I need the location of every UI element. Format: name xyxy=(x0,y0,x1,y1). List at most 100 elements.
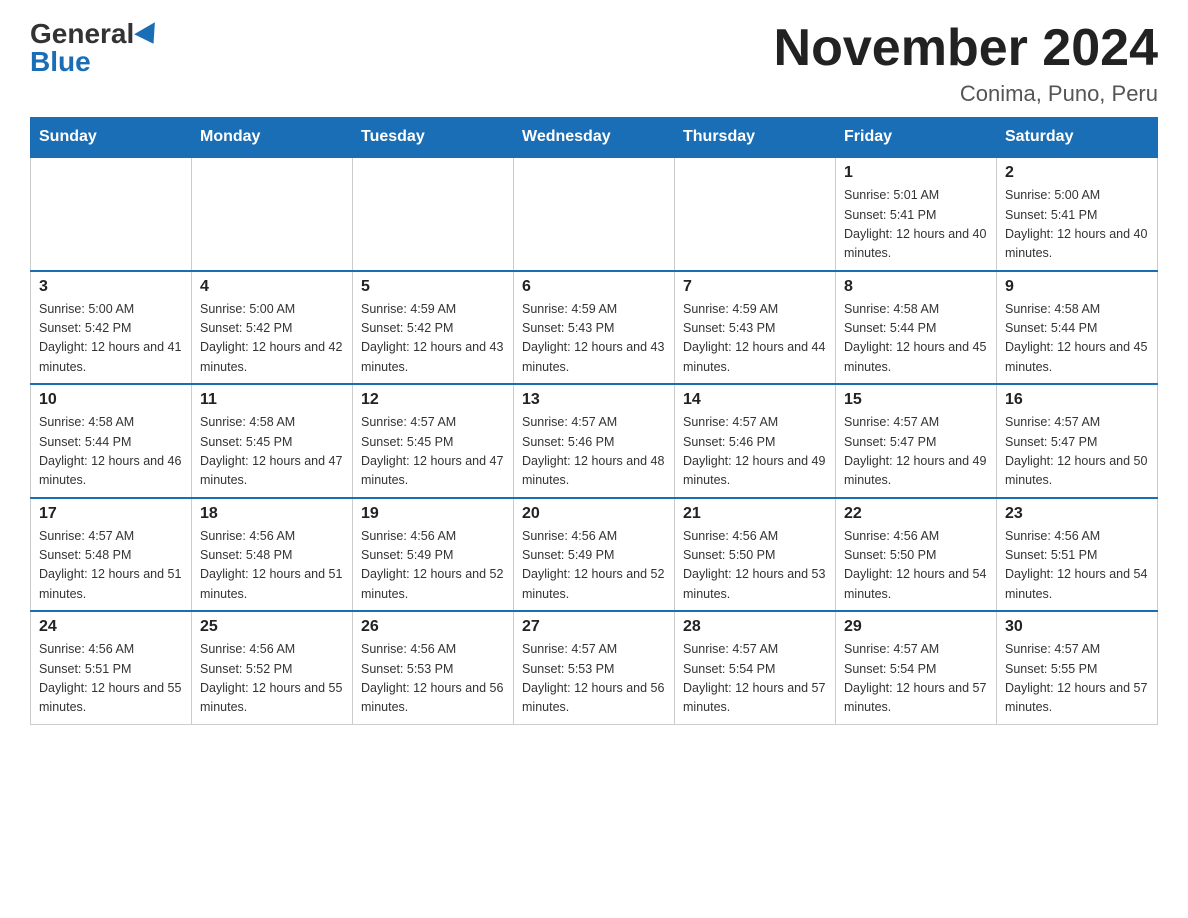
day-number: 13 xyxy=(522,391,666,409)
calendar-cell: 26 Sunrise: 4:56 AMSunset: 5:53 PMDayligh… xyxy=(353,611,514,724)
calendar-header-sunday: Sunday xyxy=(31,118,192,158)
day-info: Sunrise: 4:58 AMSunset: 5:44 PMDaylight:… xyxy=(1005,300,1149,378)
calendar-cell xyxy=(514,157,675,271)
calendar-cell: 13 Sunrise: 4:57 AMSunset: 5:46 PMDayligh… xyxy=(514,384,675,498)
day-info: Sunrise: 4:58 AMSunset: 5:44 PMDaylight:… xyxy=(39,413,183,491)
day-number: 19 xyxy=(361,505,505,523)
day-info: Sunrise: 4:56 AMSunset: 5:51 PMDaylight:… xyxy=(39,640,183,718)
day-number: 22 xyxy=(844,505,988,523)
day-info: Sunrise: 5:00 AMSunset: 5:41 PMDaylight:… xyxy=(1005,186,1149,264)
day-info: Sunrise: 4:56 AMSunset: 5:53 PMDaylight:… xyxy=(361,640,505,718)
day-number: 27 xyxy=(522,618,666,636)
logo-triangle-icon xyxy=(134,22,164,50)
day-number: 18 xyxy=(200,505,344,523)
day-number: 30 xyxy=(1005,618,1149,636)
calendar-cell: 21 Sunrise: 4:56 AMSunset: 5:50 PMDayligh… xyxy=(675,498,836,612)
calendar-cell: 6 Sunrise: 4:59 AMSunset: 5:43 PMDaylight… xyxy=(514,271,675,385)
day-info: Sunrise: 4:57 AMSunset: 5:55 PMDaylight:… xyxy=(1005,640,1149,718)
day-info: Sunrise: 4:56 AMSunset: 5:50 PMDaylight:… xyxy=(683,527,827,605)
day-info: Sunrise: 4:58 AMSunset: 5:44 PMDaylight:… xyxy=(844,300,988,378)
calendar-cell: 25Sunrise: 4:56 AMSunset: 5:52 PMDayligh… xyxy=(192,611,353,724)
location-text: Conima, Puno, Peru xyxy=(774,81,1158,107)
day-info: Sunrise: 4:56 AMSunset: 5:50 PMDaylight:… xyxy=(844,527,988,605)
day-number: 9 xyxy=(1005,278,1149,296)
logo: General Blue xyxy=(30,20,161,76)
day-info: Sunrise: 4:58 AMSunset: 5:45 PMDaylight:… xyxy=(200,413,344,491)
day-info: Sunrise: 4:56 AMSunset: 5:51 PMDaylight:… xyxy=(1005,527,1149,605)
day-info: Sunrise: 4:57 AMSunset: 5:46 PMDaylight:… xyxy=(522,413,666,491)
calendar-header-row: SundayMondayTuesdayWednesdayThursdayFrid… xyxy=(31,118,1158,158)
day-number: 17 xyxy=(39,505,183,523)
month-title: November 2024 xyxy=(774,20,1158,77)
day-number: 14 xyxy=(683,391,827,409)
calendar-cell: 22 Sunrise: 4:56 AMSunset: 5:50 PMDayligh… xyxy=(836,498,997,612)
calendar-cell: 14 Sunrise: 4:57 AMSunset: 5:46 PMDayligh… xyxy=(675,384,836,498)
day-info: Sunrise: 4:56 AMSunset: 5:49 PMDaylight:… xyxy=(361,527,505,605)
day-number: 15 xyxy=(844,391,988,409)
calendar-cell: 10 Sunrise: 4:58 AMSunset: 5:44 PMDayligh… xyxy=(31,384,192,498)
page-header: General Blue November 2024 Conima, Puno,… xyxy=(30,20,1158,107)
calendar-header-tuesday: Tuesday xyxy=(353,118,514,158)
calendar-cell xyxy=(353,157,514,271)
calendar-cell: 11 Sunrise: 4:58 AMSunset: 5:45 PMDayligh… xyxy=(192,384,353,498)
day-info: Sunrise: 5:00 AMSunset: 5:42 PMDaylight:… xyxy=(39,300,183,378)
day-info: Sunrise: 4:59 AMSunset: 5:43 PMDaylight:… xyxy=(683,300,827,378)
day-info: Sunrise: 4:56 AMSunset: 5:52 PMDaylight:… xyxy=(200,640,344,718)
calendar-cell: 18Sunrise: 4:56 AMSunset: 5:48 PMDayligh… xyxy=(192,498,353,612)
day-number: 1 xyxy=(844,164,988,182)
day-number: 5 xyxy=(361,278,505,296)
day-info: Sunrise: 4:59 AMSunset: 5:43 PMDaylight:… xyxy=(522,300,666,378)
calendar-cell: 9 Sunrise: 4:58 AMSunset: 5:44 PMDaylight… xyxy=(997,271,1158,385)
calendar-week-row: 1 Sunrise: 5:01 AMSunset: 5:41 PMDaylight… xyxy=(31,157,1158,271)
day-info: Sunrise: 4:57 AMSunset: 5:54 PMDaylight:… xyxy=(683,640,827,718)
calendar-cell: 1 Sunrise: 5:01 AMSunset: 5:41 PMDaylight… xyxy=(836,157,997,271)
day-info: Sunrise: 4:57 AMSunset: 5:47 PMDaylight:… xyxy=(844,413,988,491)
calendar-header-wednesday: Wednesday xyxy=(514,118,675,158)
day-info: Sunrise: 4:59 AMSunset: 5:42 PMDaylight:… xyxy=(361,300,505,378)
calendar-cell: 17 Sunrise: 4:57 AMSunset: 5:48 PMDayligh… xyxy=(31,498,192,612)
calendar-cell: 30 Sunrise: 4:57 AMSunset: 5:55 PMDayligh… xyxy=(997,611,1158,724)
calendar-cell: 16 Sunrise: 4:57 AMSunset: 5:47 PMDayligh… xyxy=(997,384,1158,498)
calendar-week-row: 3Sunrise: 5:00 AMSunset: 5:42 PMDaylight… xyxy=(31,271,1158,385)
calendar-cell: 27 Sunrise: 4:57 AMSunset: 5:53 PMDayligh… xyxy=(514,611,675,724)
day-number: 2 xyxy=(1005,164,1149,182)
day-info: Sunrise: 4:57 AMSunset: 5:48 PMDaylight:… xyxy=(39,527,183,605)
calendar-cell: 19 Sunrise: 4:56 AMSunset: 5:49 PMDayligh… xyxy=(353,498,514,612)
calendar-cell: 23Sunrise: 4:56 AMSunset: 5:51 PMDayligh… xyxy=(997,498,1158,612)
calendar-cell: 29 Sunrise: 4:57 AMSunset: 5:54 PMDayligh… xyxy=(836,611,997,724)
day-number: 12 xyxy=(361,391,505,409)
day-number: 16 xyxy=(1005,391,1149,409)
calendar-cell: 15 Sunrise: 4:57 AMSunset: 5:47 PMDayligh… xyxy=(836,384,997,498)
day-number: 21 xyxy=(683,505,827,523)
calendar-cell xyxy=(192,157,353,271)
day-number: 11 xyxy=(200,391,344,409)
calendar-cell: 7 Sunrise: 4:59 AMSunset: 5:43 PMDaylight… xyxy=(675,271,836,385)
calendar-week-row: 10 Sunrise: 4:58 AMSunset: 5:44 PMDayligh… xyxy=(31,384,1158,498)
logo-general-text: General xyxy=(30,20,134,48)
calendar-header-monday: Monday xyxy=(192,118,353,158)
day-number: 10 xyxy=(39,391,183,409)
day-info: Sunrise: 4:57 AMSunset: 5:53 PMDaylight:… xyxy=(522,640,666,718)
day-info: Sunrise: 4:57 AMSunset: 5:47 PMDaylight:… xyxy=(1005,413,1149,491)
calendar-cell xyxy=(31,157,192,271)
calendar-cell: 5 Sunrise: 4:59 AMSunset: 5:42 PMDaylight… xyxy=(353,271,514,385)
calendar-cell: 2 Sunrise: 5:00 AMSunset: 5:41 PMDaylight… xyxy=(997,157,1158,271)
day-number: 7 xyxy=(683,278,827,296)
day-number: 29 xyxy=(844,618,988,636)
day-number: 28 xyxy=(683,618,827,636)
day-info: Sunrise: 4:57 AMSunset: 5:46 PMDaylight:… xyxy=(683,413,827,491)
day-info: Sunrise: 5:01 AMSunset: 5:41 PMDaylight:… xyxy=(844,186,988,264)
calendar-cell: 4Sunrise: 5:00 AMSunset: 5:42 PMDaylight… xyxy=(192,271,353,385)
calendar-cell: 12Sunrise: 4:57 AMSunset: 5:45 PMDayligh… xyxy=(353,384,514,498)
calendar-header-saturday: Saturday xyxy=(997,118,1158,158)
day-number: 24 xyxy=(39,618,183,636)
calendar-cell xyxy=(675,157,836,271)
calendar-cell: 24 Sunrise: 4:56 AMSunset: 5:51 PMDayligh… xyxy=(31,611,192,724)
calendar-header-thursday: Thursday xyxy=(675,118,836,158)
day-number: 20 xyxy=(522,505,666,523)
day-number: 6 xyxy=(522,278,666,296)
day-info: Sunrise: 4:56 AMSunset: 5:49 PMDaylight:… xyxy=(522,527,666,605)
day-info: Sunrise: 4:57 AMSunset: 5:54 PMDaylight:… xyxy=(844,640,988,718)
day-number: 26 xyxy=(361,618,505,636)
title-area: November 2024 Conima, Puno, Peru xyxy=(774,20,1158,107)
